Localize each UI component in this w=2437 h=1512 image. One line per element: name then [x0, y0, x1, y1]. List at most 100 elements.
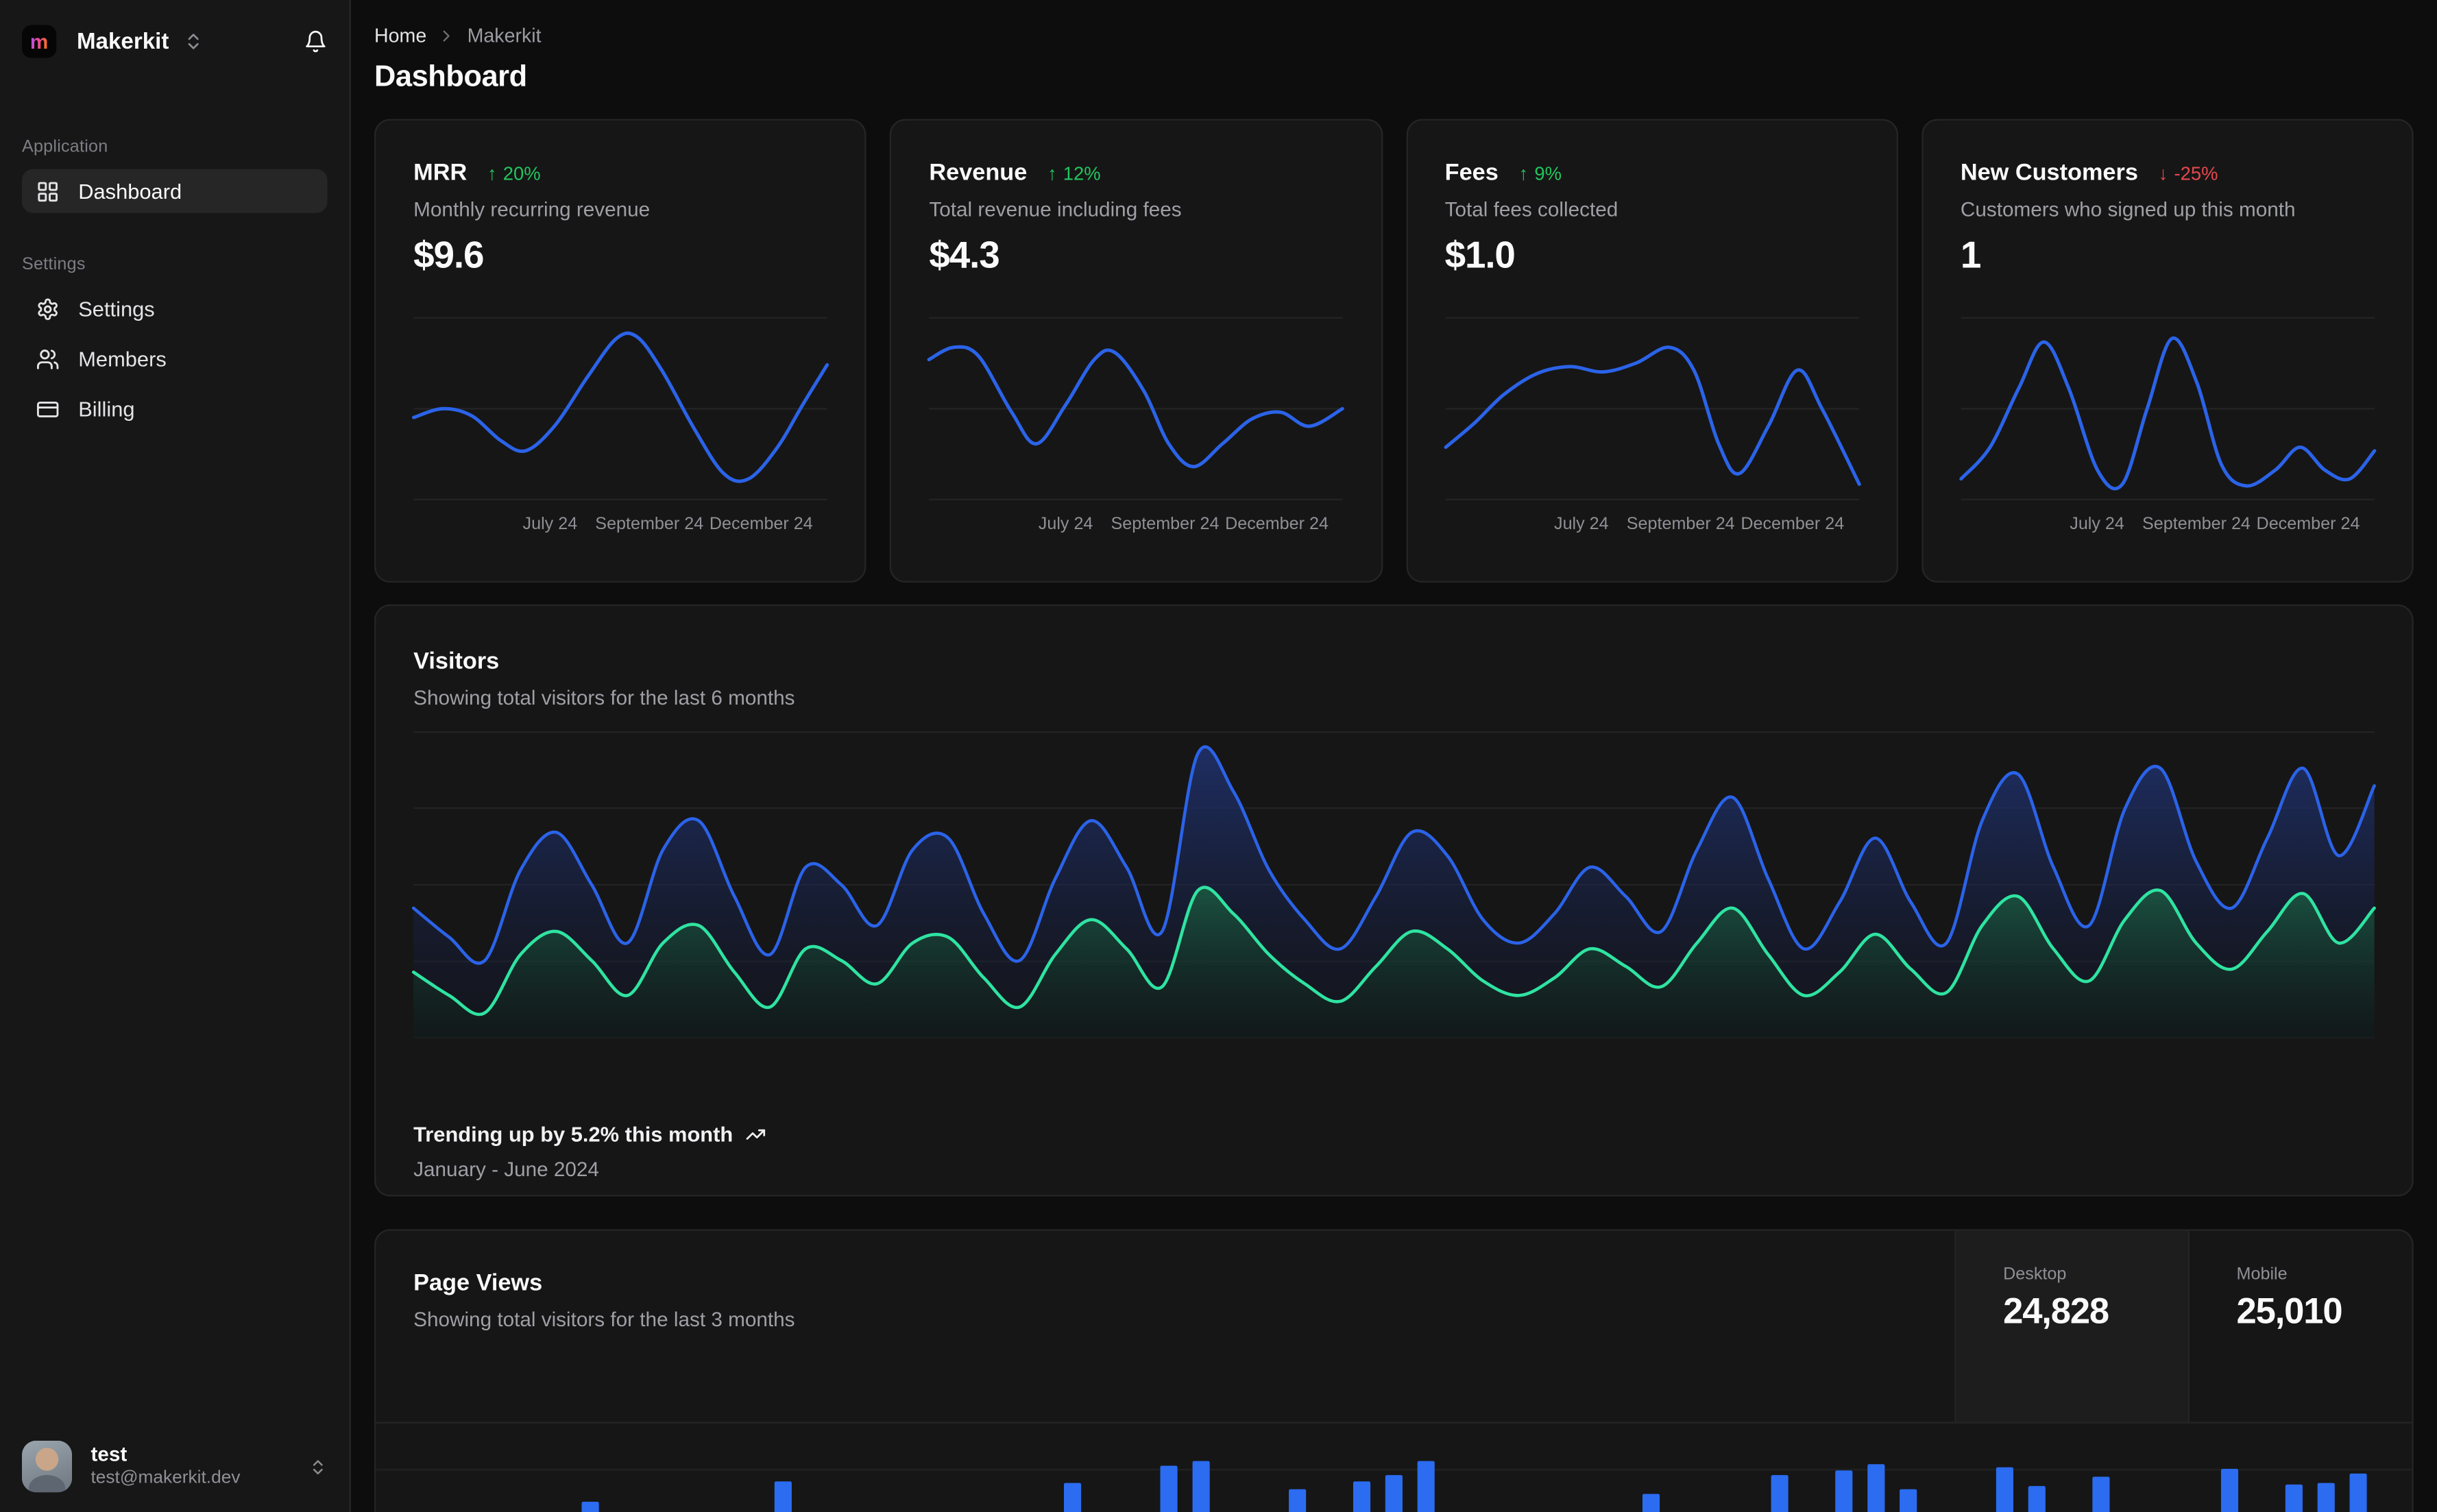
page-views-bar-chart: [413, 1424, 2374, 1512]
sidebar-item-label: Settings: [78, 296, 155, 321]
sidebar-item-label: Members: [78, 347, 167, 371]
bell-icon: [306, 30, 326, 53]
notifications-button[interactable]: [304, 29, 327, 53]
x-axis-label: July 24: [1554, 515, 1609, 535]
x-axis-label: December 24: [709, 515, 813, 535]
stat-subtitle: Total revenue including fees: [929, 197, 1182, 221]
user-info: test test@makerkit.dev: [91, 1443, 241, 1491]
revenue-x-axis: July 24 September 24 December 24: [929, 515, 1343, 537]
visitors-card: Visitors Showing total visitors for the …: [374, 604, 2414, 1197]
page-title: Dashboard: [374, 61, 527, 95]
segment-label: Mobile: [2236, 1265, 2288, 1284]
stat-card-new-customers: New Customers ↓ -25% Customers who signed…: [1921, 119, 2414, 583]
breadcrumb-home[interactable]: Home: [374, 25, 426, 47]
x-axis-label: July 24: [522, 515, 578, 535]
delta-badge: ↑ 12%: [1047, 162, 1101, 185]
stat-title: New Customers: [1960, 160, 2138, 186]
chevrons-up-down-icon: [188, 34, 199, 49]
visitors-area-chart: [411, 731, 2376, 1038]
segment-desktop[interactable]: Desktop 24,828: [1954, 1230, 2188, 1422]
x-axis-label: September 24: [1111, 515, 1220, 535]
user-menu[interactable]: test test@makerkit.dev: [0, 1420, 349, 1512]
breadcrumb-current: Makerkit: [467, 25, 542, 47]
stat-subtitle: Total fees collected: [1444, 197, 1618, 221]
mrr-line-chart: [411, 317, 829, 502]
stat-title: Revenue: [929, 160, 1028, 186]
users-icon: [36, 348, 59, 369]
stat-cards-row: MRR ↑ 20% Monthly recurring revenue $9.6 …: [374, 119, 2414, 583]
gear-icon: [38, 297, 58, 319]
sidebar-item-label: Billing: [78, 397, 135, 421]
chevron-right-icon: [437, 27, 456, 45]
visitors-title: Visitors: [413, 648, 500, 675]
stat-subtitle: Monthly recurring revenue: [413, 197, 651, 221]
sidebar-nav: Application Dashboard Settings Settings: [0, 138, 349, 430]
segment-label: Desktop: [2003, 1265, 2067, 1284]
credit-card-icon: [36, 400, 59, 417]
page-views-toggle: Desktop 24,828 Mobile 25,010: [1954, 1230, 2412, 1422]
x-axis-label: December 24: [1225, 515, 1329, 535]
sidebar-item-dashboard[interactable]: Dashboard: [21, 169, 328, 213]
arrow-down-icon: ↓: [2158, 162, 2168, 185]
x-axis-label: July 24: [1038, 515, 1093, 535]
chevrons-up-down-icon: [313, 1459, 323, 1474]
revenue-line-chart: [927, 317, 1345, 502]
sidebar-item-billing[interactable]: Billing: [22, 387, 328, 430]
breadcrumb: Home Makerkit: [374, 25, 2414, 47]
screen: m Makerkit Application Dashboard Setting…: [0, 0, 2437, 1512]
x-axis-label: December 24: [1741, 515, 1845, 535]
arrow-up-icon: ↑: [1518, 162, 1529, 185]
user-name: test: [90, 1442, 128, 1467]
visitors-footer: Trending up by 5.2% this month January -…: [413, 1123, 766, 1181]
stat-card-mrr: MRR ↑ 20% Monthly recurring revenue $9.6 …: [374, 119, 867, 583]
stat-value: $9.6: [413, 234, 484, 278]
sidebar-item-members[interactable]: Members: [22, 337, 328, 380]
arrow-up-icon: ↑: [487, 162, 497, 185]
stat-value: $4.3: [929, 234, 999, 278]
user-menu-toggle[interactable]: [308, 1457, 327, 1476]
layout-grid-icon: [38, 181, 58, 202]
segment-mobile[interactable]: Mobile 25,010: [2187, 1230, 2412, 1422]
customers-line-chart: [1959, 317, 2376, 502]
x-axis-label: July 24: [2070, 515, 2124, 535]
fees-x-axis: July 24 September 24 December 24: [1445, 515, 1859, 537]
team-switcher[interactable]: [183, 32, 204, 52]
page-views-header: Page Views Showing total visitors for th…: [376, 1230, 2412, 1424]
section-label-application: Application: [21, 138, 108, 157]
sidebar-header: m Makerkit: [0, 0, 349, 58]
visitors-trend-text: Trending up by 5.2% this month: [413, 1123, 733, 1147]
mrr-x-axis: July 24 September 24 December 24: [413, 515, 827, 537]
x-axis-label: September 24: [1626, 515, 1735, 535]
stat-title: Fees: [1444, 160, 1499, 186]
stat-card-revenue: Revenue ↑ 12% Total revenue including fee…: [890, 119, 1383, 583]
delta-badge: ↓ -25%: [2158, 162, 2218, 185]
visitors-subtitle: Showing total visitors for the last 6 mo…: [413, 685, 795, 709]
customers-x-axis: July 24 September 24 December 24: [1961, 515, 2375, 537]
trending-up-icon: [746, 1129, 766, 1140]
arrow-up-icon: ↑: [1047, 162, 1057, 185]
avatar: [21, 1440, 73, 1493]
stat-subtitle: Customers who signed up this month: [1960, 197, 2296, 221]
fees-line-chart: [1443, 317, 1860, 502]
user-email: test@makerkit.dev: [90, 1468, 241, 1488]
sidebar-item-settings[interactable]: Settings: [22, 286, 328, 330]
sidebar: m Makerkit Application Dashboard Setting…: [0, 0, 351, 1512]
x-axis-label: September 24: [595, 515, 704, 535]
page-views-card: Page Views Showing total visitors for th…: [374, 1229, 2414, 1512]
main-content: Home Makerkit Dashboard MRR ↑ 20% Monthly…: [352, 0, 2437, 1512]
section-label-settings: Settings: [21, 255, 86, 274]
stat-value: $1.0: [1444, 234, 1516, 278]
sidebar-item-label: Dashboard: [78, 179, 182, 203]
stat-value: 1: [1960, 234, 1982, 278]
x-axis-label: December 24: [2256, 515, 2360, 535]
visitors-date-range: January - June 2024: [413, 1157, 599, 1181]
makerkit-logo: m: [21, 25, 57, 58]
x-axis-label: September 24: [2142, 515, 2251, 535]
delta-badge: ↑ 9%: [1518, 162, 1562, 185]
segment-value: 24,828: [2003, 1290, 2109, 1331]
delta-badge: ↑ 20%: [487, 162, 541, 185]
stat-card-fees: Fees ↑ 9% Total fees collected $1.0 July …: [1405, 119, 1898, 583]
segment-value: 25,010: [2236, 1290, 2343, 1331]
team-name: Makerkit: [76, 29, 169, 54]
stat-title: MRR: [413, 160, 468, 186]
